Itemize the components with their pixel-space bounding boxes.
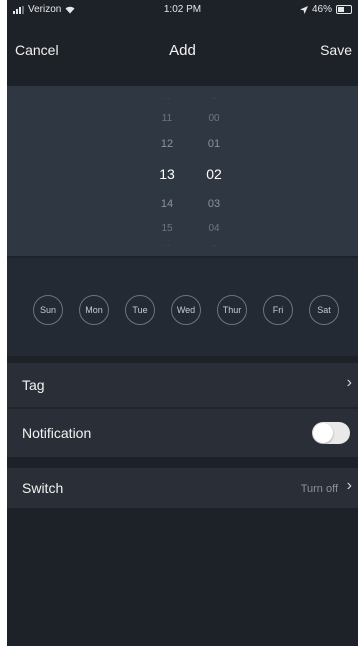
day-sat[interactable]: Sat (309, 295, 339, 325)
day-sun[interactable]: Sun (33, 295, 63, 325)
minute-option-faded: ·· (211, 94, 217, 103)
notification-row: Notification (7, 409, 358, 457)
app-screen: Verizon 1:02 PM 46% Cancel Add Save ·· 1… (7, 0, 358, 646)
save-button[interactable]: Save (320, 42, 352, 58)
minute-option[interactable]: 01 (194, 138, 234, 150)
day-wed[interactable]: Wed (171, 295, 201, 325)
location-icon (299, 5, 308, 14)
hour-option-faded: ·· (164, 94, 170, 103)
hour-option-faded: ·· (164, 241, 170, 250)
hour-option[interactable]: 14 (147, 198, 187, 210)
notification-label: Notification (22, 425, 92, 441)
hour-option[interactable]: 15 (147, 223, 187, 234)
switch-label: Switch (22, 480, 64, 496)
toggle-knob (313, 423, 333, 443)
day-mon[interactable]: Mon (79, 295, 109, 325)
switch-row[interactable]: Switch Turn off › (7, 468, 358, 508)
minute-option[interactable]: 00 (194, 113, 234, 124)
tag-label: Tag (22, 377, 45, 393)
tag-row[interactable]: Tag › (7, 363, 358, 407)
status-bar: Verizon 1:02 PM 46% (7, 0, 358, 20)
battery-percent: 46% (311, 4, 332, 15)
minute-option-faded: ·· (211, 241, 217, 250)
minute-option[interactable]: 03 (194, 198, 234, 210)
page-title: Add (169, 42, 196, 59)
day-fri[interactable]: Fri (263, 295, 293, 325)
minute-option-selected[interactable]: 02 (194, 166, 234, 182)
hour-option-selected[interactable]: 13 (147, 166, 187, 182)
switch-value: Turn off (300, 483, 338, 495)
chevron-right-icon: › (346, 477, 352, 494)
day-tue[interactable]: Tue (125, 295, 155, 325)
hour-option[interactable]: 11 (147, 113, 187, 124)
hour-option[interactable]: 12 (147, 138, 187, 150)
weekday-selector: Sun Mon Tue Wed Thur Fri Sat (7, 258, 358, 356)
minute-option[interactable]: 04 (194, 223, 234, 234)
battery-status: 46% (299, 4, 352, 15)
nav-bar: Cancel Add Save (7, 36, 358, 64)
battery-icon (336, 5, 352, 14)
day-thur[interactable]: Thur (217, 295, 247, 325)
chevron-right-icon: › (346, 374, 352, 391)
notification-toggle[interactable] (312, 422, 350, 444)
time-picker[interactable]: ·· 11 12 13 14 15 ·· ·· 00 01 02 03 04 ·… (7, 86, 358, 256)
